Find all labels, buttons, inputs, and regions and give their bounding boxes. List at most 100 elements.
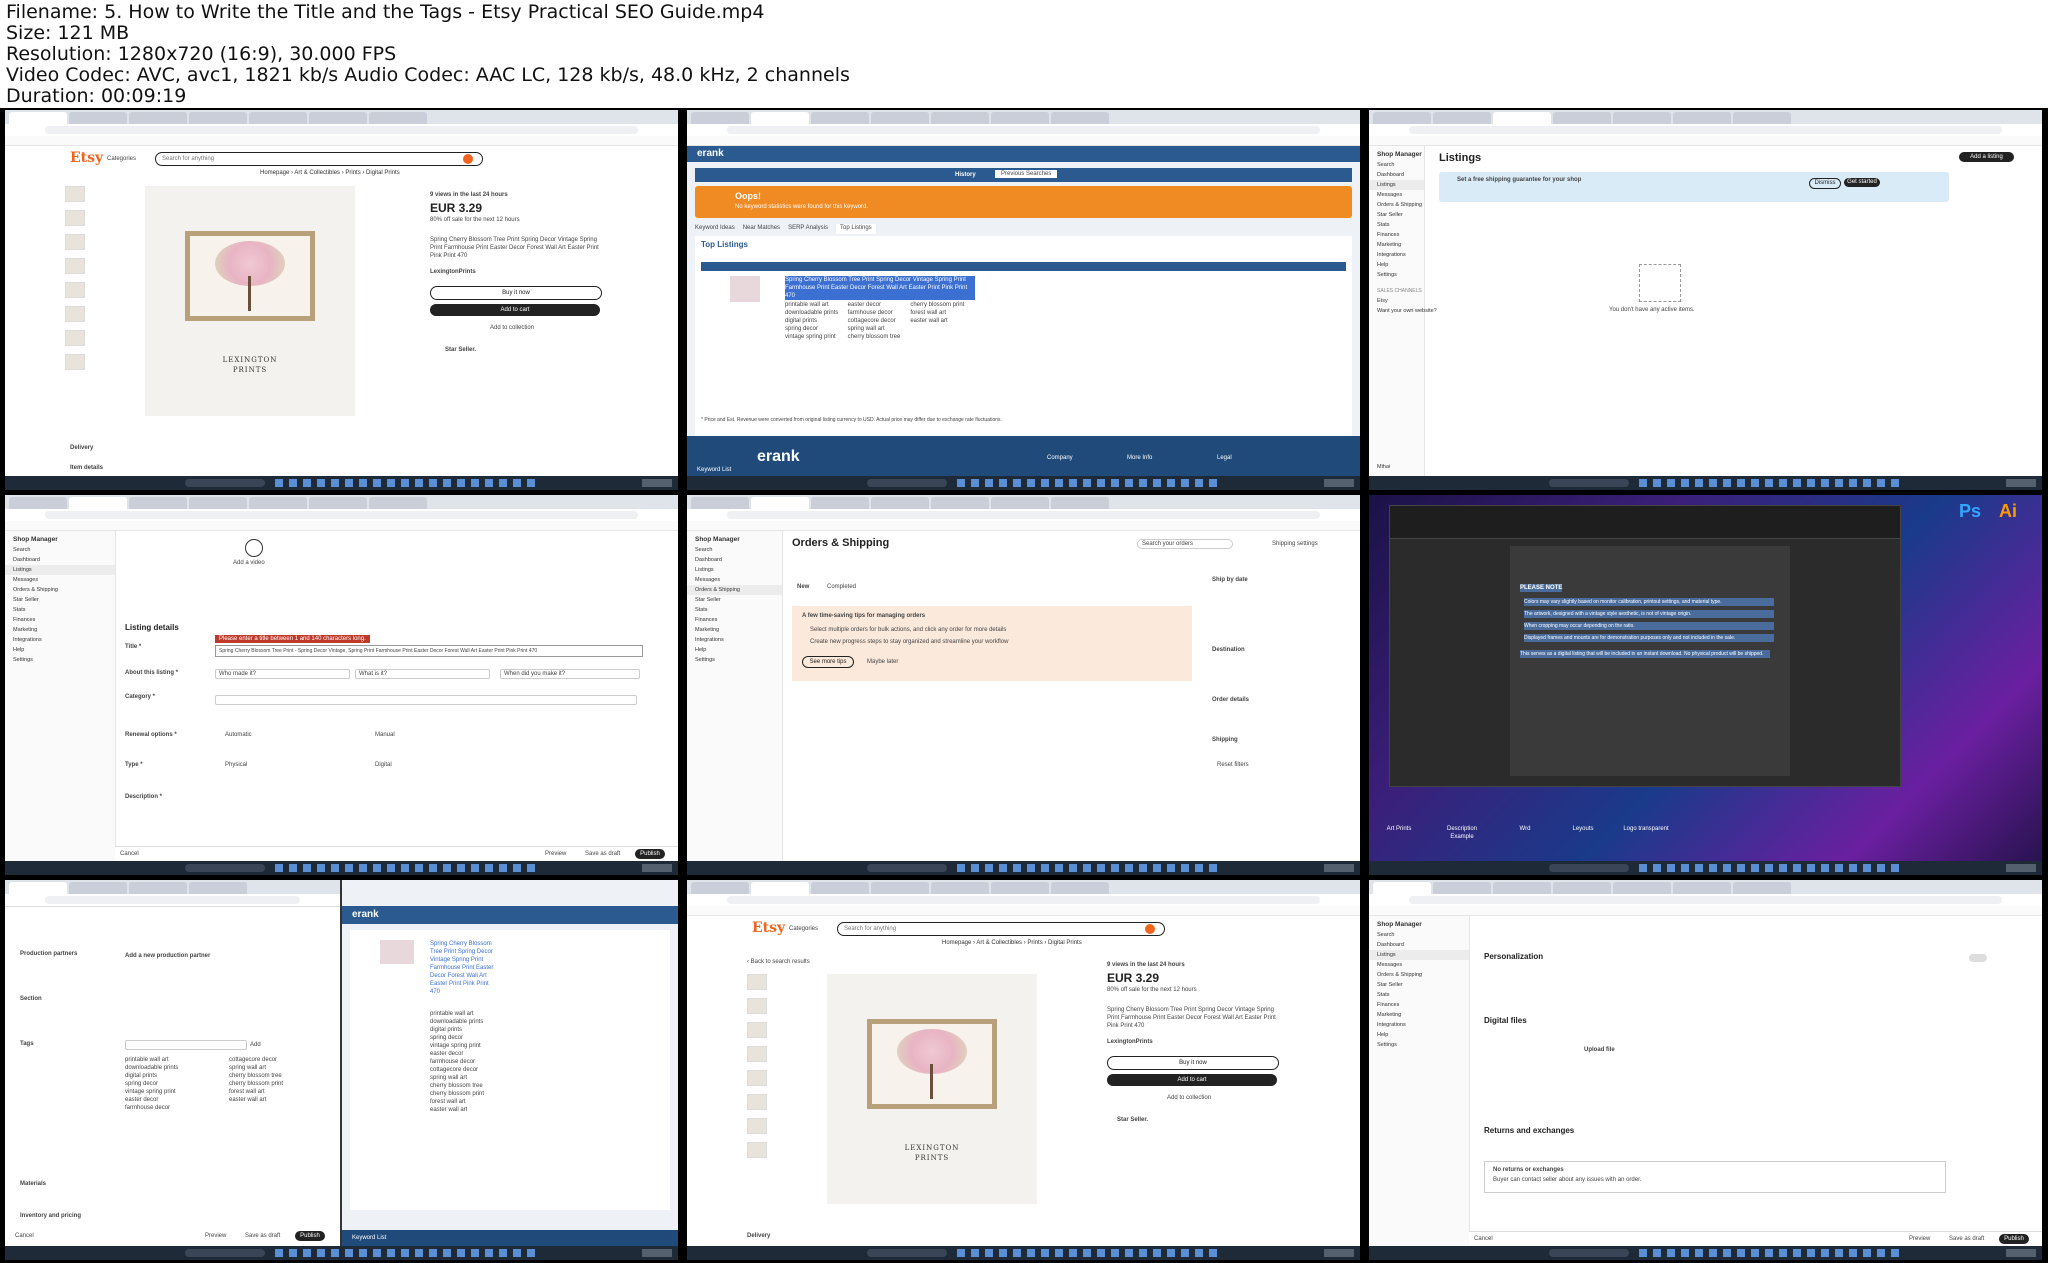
desktop-icon[interactable]: Logo transparent — [1621, 795, 1671, 840]
sidebar-item[interactable]: Finances — [1369, 230, 1424, 240]
tags-input[interactable] — [125, 1040, 247, 1050]
cancel-button[interactable]: Cancel — [15, 1232, 34, 1240]
taskbar-search[interactable] — [1549, 479, 1629, 487]
thumbnail[interactable] — [65, 282, 85, 298]
tags-add-button[interactable]: Add — [250, 1041, 261, 1049]
sidebar-item[interactable]: Integrations — [5, 635, 115, 645]
maybe-later-link[interactable]: Maybe later — [867, 658, 898, 666]
sidebar-item[interactable]: Finances — [5, 615, 115, 625]
taskbar-search[interactable] — [185, 479, 265, 487]
return-policy-card[interactable]: No returns or exchanges Buyer can contac… — [1484, 1161, 1946, 1193]
browser-tab[interactable] — [369, 497, 427, 509]
shop-manager-title[interactable]: Shop Manager — [1369, 916, 1469, 930]
browser-tab[interactable] — [69, 882, 127, 894]
tag-chip[interactable]: cherry blossom print — [229, 1080, 325, 1088]
shop-manager-title[interactable]: Shop Manager — [1369, 146, 1424, 160]
taskbar-search[interactable] — [867, 479, 947, 487]
sidebar-item[interactable]: Messages — [1369, 960, 1469, 970]
search-input[interactable]: Search for anything — [837, 922, 1165, 936]
thumbnail[interactable] — [65, 306, 85, 322]
url-field[interactable] — [45, 896, 300, 904]
save-draft-button[interactable]: Save as draft — [1949, 1235, 1984, 1243]
play-video-icon[interactable] — [245, 539, 263, 557]
desktop-icon[interactable]: Leyouts — [1563, 795, 1603, 840]
thumbnail[interactable] — [747, 1094, 767, 1110]
sidebar-item[interactable]: Marketing — [687, 625, 782, 635]
search-icon[interactable] — [1145, 924, 1155, 934]
sidebar-item[interactable]: Settings — [1369, 1040, 1469, 1050]
thumbnail[interactable] — [65, 354, 85, 370]
sales-channel-etsy[interactable]: Etsy — [1369, 296, 1424, 306]
thumbnail[interactable] — [747, 998, 767, 1014]
tag-chip[interactable]: easter wall art — [229, 1096, 325, 1104]
see-more-tips-button[interactable]: See more tips — [802, 656, 854, 668]
erank-logo[interactable]: erank — [352, 909, 379, 920]
browser-tab[interactable] — [309, 112, 367, 124]
browser-tab[interactable] — [931, 497, 989, 509]
thumbnail[interactable] — [747, 1070, 767, 1086]
tab-near-matches[interactable]: Near Matches — [743, 224, 780, 234]
website-promo[interactable]: Want your own website? — [1369, 306, 1437, 316]
browser-tab[interactable] — [991, 497, 1049, 509]
sidebar-item[interactable]: Help — [5, 645, 115, 655]
browser-tab[interactable] — [811, 882, 869, 894]
shop-name[interactable]: LexingtonPrints — [430, 268, 476, 276]
browser-tab[interactable] — [1613, 112, 1671, 124]
sidebar-item[interactable]: Star Seller — [5, 595, 115, 605]
browser-tab[interactable] — [9, 882, 67, 894]
manual-option[interactable]: Manual — [375, 731, 395, 739]
sidebar-item[interactable]: Star Seller — [1369, 980, 1469, 990]
thumbnail[interactable] — [65, 186, 85, 202]
thumbnail[interactable] — [747, 1022, 767, 1038]
add-video-label[interactable]: Add a video — [233, 559, 265, 567]
browser-tab[interactable] — [751, 112, 809, 124]
tag-chip[interactable]: easter decor — [125, 1096, 221, 1104]
sidebar-item-listings[interactable]: Listings — [1369, 950, 1469, 960]
sidebar-item[interactable]: Dashboard — [687, 555, 782, 565]
illustrator-icon[interactable]: Ai — [1999, 501, 2017, 522]
thumbnail[interactable] — [747, 1142, 767, 1158]
browser-tab[interactable] — [1051, 497, 1109, 509]
tag-chip[interactable]: cherry blossom tree — [229, 1072, 325, 1080]
keyword-list-button[interactable]: Keyword List — [352, 1234, 386, 1242]
browser-tab[interactable] — [369, 112, 427, 124]
browser-tab[interactable] — [1373, 882, 1431, 894]
browser-tab[interactable] — [871, 497, 929, 509]
browser-tab[interactable] — [129, 882, 187, 894]
listing-thumbnail[interactable] — [730, 276, 760, 302]
thumbnail[interactable] — [65, 210, 85, 226]
browser-tab[interactable] — [691, 497, 749, 509]
delivery-section[interactable]: Delivery — [747, 1232, 770, 1240]
sidebar-item[interactable]: Integrations — [687, 635, 782, 645]
sidebar-item[interactable]: Star Seller — [687, 595, 782, 605]
tag-chip[interactable]: spring wall art — [229, 1064, 325, 1072]
categories-menu[interactable]: Categories — [789, 925, 818, 933]
taskbar-apps[interactable] — [957, 479, 1217, 487]
publish-button[interactable]: Publish — [295, 1231, 325, 1241]
sidebar-item[interactable]: Messages — [1369, 190, 1424, 200]
sidebar-item[interactable]: Dashboard — [5, 555, 115, 565]
sidebar-item[interactable]: Search — [687, 545, 782, 555]
sidebar-item[interactable]: Messages — [687, 575, 782, 585]
browser-tab[interactable] — [751, 497, 809, 509]
sidebar-item[interactable]: Finances — [687, 615, 782, 625]
thumbnail[interactable] — [65, 258, 85, 274]
sidebar-item[interactable]: Stats — [1369, 990, 1469, 1000]
browser-tab[interactable] — [991, 112, 1049, 124]
address-bar[interactable] — [5, 894, 340, 907]
browser-tab[interactable] — [249, 497, 307, 509]
listing-title[interactable]: Spring Cherry Blossom Tree Print Spring … — [785, 276, 975, 300]
url-field[interactable] — [727, 511, 1320, 519]
breadcrumb[interactable]: Homepage › Art & Collectibles › Prints ›… — [942, 940, 1082, 946]
browser-tab[interactable] — [1433, 112, 1491, 124]
sidebar-item[interactable]: Star Seller — [1369, 210, 1424, 220]
url-field[interactable] — [1409, 896, 2002, 904]
browser-tab[interactable] — [129, 497, 187, 509]
sidebar-item[interactable]: Messages — [5, 575, 115, 585]
thumbnail[interactable] — [747, 974, 767, 990]
thumbnail[interactable] — [65, 234, 85, 250]
sidebar-item-orders[interactable]: Orders & Shipping — [687, 585, 782, 595]
history-label[interactable]: History — [955, 171, 976, 179]
back-link[interactable]: ‹ Back to search results — [747, 958, 810, 966]
taskbar-search[interactable] — [1549, 1249, 1629, 1257]
